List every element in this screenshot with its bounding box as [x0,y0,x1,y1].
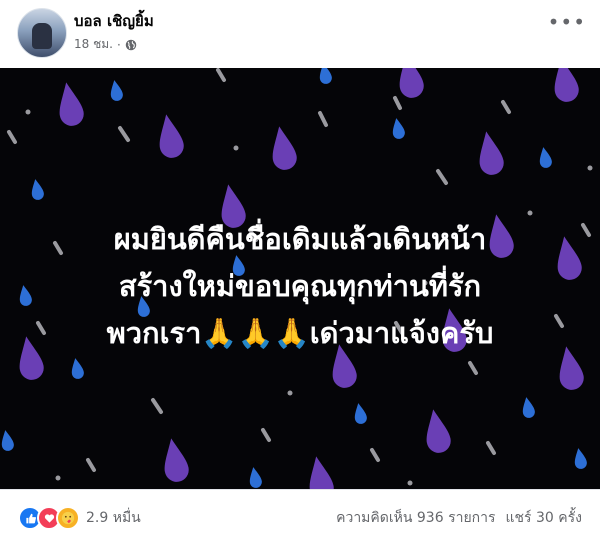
globe-icon [125,39,137,50]
reaction-summary[interactable]: 2.9 หมื่น [18,506,141,530]
post-time[interactable]: 18 ชม. [74,35,113,54]
author-name[interactable]: บอล เชิญยิ้ม [74,9,154,33]
post-header: บอล เชิญยิ้ม 18 ชม. · ••• [0,0,600,68]
reaction-count: 2.9 หมื่น [86,510,141,526]
more-options-button[interactable]: ••• [548,12,586,32]
care-icon [56,506,80,530]
post-stats: ความคิดเห็น 936 รายการ แชร์ 30 ครั้ง [336,507,582,529]
post-text-line: พวกเรา🙏🙏🙏เด่วมาแจ้งครับ [106,316,494,350]
shares-link[interactable]: แชร์ 30 ครั้ง [506,507,582,529]
post-text: ผมยินดีคืนชื่อเดิมแล้วเดินหน้า สร้างใหม่… [0,216,600,357]
avatar[interactable] [17,8,67,58]
meta-separator: · [116,37,121,52]
post-image[interactable]: ผมยินดีคืนชื่อเดิมแล้วเดินหน้า สร้างใหม่… [0,68,600,489]
post-meta: 18 ชม. · [74,35,137,54]
comments-link[interactable]: ความคิดเห็น 936 รายการ [336,507,495,529]
post-footer: 2.9 หมื่น ความคิดเห็น 936 รายการ แชร์ 30… [0,489,600,541]
post-text-line: ผมยินดีคืนชื่อเดิมแล้วเดินหน้า [113,222,487,256]
post-text-line: สร้างใหม่ขอบคุณทุกท่านที่รัก [118,269,482,303]
